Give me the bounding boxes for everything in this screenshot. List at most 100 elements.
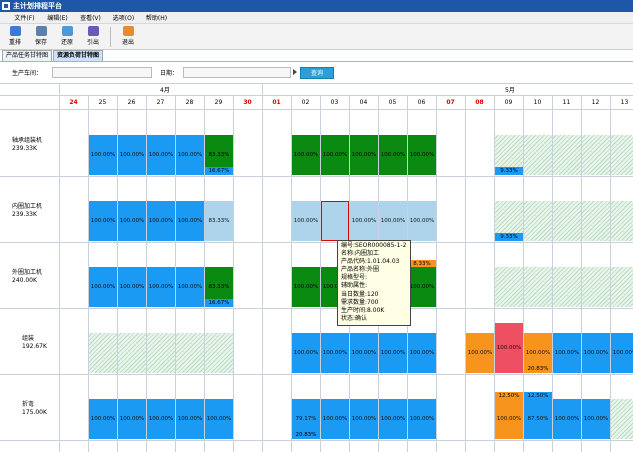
load-cell[interactable]	[611, 135, 633, 175]
load-cell[interactable]	[205, 333, 233, 373]
load-cell[interactable]	[321, 201, 349, 241]
menu-item[interactable]: 文件(F)	[8, 13, 41, 22]
load-cell[interactable]	[582, 267, 610, 307]
toolbar-button-refresh[interactable]: 重排	[2, 24, 28, 49]
load-cell[interactable]: 100.00%	[553, 333, 581, 373]
grid-line	[0, 440, 633, 441]
load-cell[interactable]: 100.00%	[350, 333, 378, 373]
load-cell[interactable]	[176, 333, 204, 373]
load-cell[interactable]: 100.00%	[611, 333, 633, 373]
toolbar-button-save[interactable]: 保存	[28, 24, 54, 49]
menu-item[interactable]: 选项(O)	[107, 13, 140, 22]
load-cell[interactable]: 100.00%	[321, 135, 349, 175]
load-cell[interactable]	[524, 201, 552, 241]
load-cell[interactable]: 100.00%	[118, 135, 146, 175]
grid-line	[233, 95, 234, 452]
load-cell[interactable]	[611, 399, 633, 439]
load-cell[interactable]: 100.00%	[495, 323, 523, 373]
load-cell[interactable]	[582, 135, 610, 175]
load-cell[interactable]: 100.00%	[408, 267, 436, 307]
load-cell[interactable]: 100.00%	[350, 399, 378, 439]
load-cell[interactable]: 100.00%	[350, 135, 378, 175]
load-cell[interactable]: 100.00%	[147, 399, 175, 439]
query-button[interactable]: 查询	[300, 67, 334, 79]
load-cell[interactable]: 100.00%	[118, 201, 146, 241]
load-cell[interactable]	[553, 201, 581, 241]
load-cell[interactable]: 100.00%	[147, 267, 175, 307]
load-cell[interactable]: 100.00%	[408, 399, 436, 439]
date-dropdown-arrow-icon[interactable]	[293, 69, 297, 75]
load-cell[interactable]: 100.00%	[176, 135, 204, 175]
toolbar-button-label: 引出	[86, 39, 99, 46]
load-cell-overflow: 12.50%	[524, 392, 552, 399]
load-cell[interactable]: 100.00%	[176, 267, 204, 307]
load-cell[interactable]	[147, 333, 175, 373]
resource-name-label: 内圈加工机	[12, 203, 43, 210]
load-cell[interactable]: 87.50%	[524, 399, 552, 439]
load-cell[interactable]	[553, 267, 581, 307]
load-cell[interactable]: 100.00%	[379, 135, 407, 175]
day-label: 08	[475, 99, 484, 106]
load-cell[interactable]: 100.00%	[408, 135, 436, 175]
load-cell[interactable]	[611, 267, 633, 307]
date-label: 日期：	[160, 70, 179, 77]
load-cell[interactable]: 100.00%	[495, 399, 523, 439]
load-cell[interactable]: 100.00%	[205, 399, 233, 439]
load-cell[interactable]: 100.00%	[408, 201, 436, 241]
load-cell[interactable]: 100.00%	[89, 201, 117, 241]
tab-resource-gantt[interactable]: 资源负荷甘特图	[53, 50, 104, 61]
date-input[interactable]	[183, 67, 291, 78]
load-cell[interactable]: 100.00%	[582, 333, 610, 373]
load-cell[interactable]: 100.00%	[379, 333, 407, 373]
load-cell[interactable]	[495, 267, 523, 307]
load-cell[interactable]	[553, 135, 581, 175]
grid-line	[0, 83, 633, 84]
load-cell[interactable]: 100.00%	[466, 333, 494, 373]
day-label: 28	[185, 99, 194, 106]
load-cell[interactable]: 100.00%	[553, 399, 581, 439]
grid-line	[59, 95, 60, 452]
toolbar-button-export[interactable]: 引出	[80, 24, 106, 49]
load-cell[interactable]: 100.00%	[176, 399, 204, 439]
tab-product-gantt[interactable]: 产品任务甘特图	[2, 50, 53, 61]
load-cell-remainder: 16.67%	[205, 167, 233, 175]
load-cell[interactable]: 100.00%	[89, 399, 117, 439]
load-cell[interactable]	[118, 333, 146, 373]
load-cell[interactable]: 100.00%	[350, 201, 378, 241]
load-cell[interactable]: 100.00%	[379, 201, 407, 241]
load-cell[interactable]	[89, 333, 117, 373]
load-cell[interactable]: 83.33%	[205, 201, 233, 241]
tooltip-line: 状态:确认	[341, 314, 368, 322]
load-cell[interactable]: 100.00%	[408, 333, 436, 373]
load-cell[interactable]: 100.00%	[89, 267, 117, 307]
load-cell[interactable]: 100.00%	[292, 267, 320, 307]
load-cell[interactable]: 100.00%	[89, 135, 117, 175]
load-cell[interactable]: 100.00%	[321, 333, 349, 373]
load-cell[interactable]: 100.00%	[292, 333, 320, 373]
load-cell[interactable]	[611, 201, 633, 241]
load-cell[interactable]: 100.00%	[379, 399, 407, 439]
load-cell[interactable]	[524, 267, 552, 307]
load-cell[interactable]: 100.00%	[147, 135, 175, 175]
menu-item[interactable]: 查看(V)	[74, 13, 107, 22]
load-cell[interactable]: 100.00%	[176, 201, 204, 241]
load-cell[interactable]: 100.00%	[118, 267, 146, 307]
toolbar-button-exit[interactable]: 退出	[115, 24, 141, 49]
load-cell[interactable]: 100.00%	[118, 399, 146, 439]
load-cell-overflow: 12.50%	[495, 392, 523, 399]
day-label: 05	[388, 99, 397, 106]
load-cell[interactable]: 100.00%	[147, 201, 175, 241]
load-cell[interactable]: 100.00%	[321, 399, 349, 439]
toolbar-button-undo[interactable]: 还原	[54, 24, 80, 49]
workshop-input[interactable]	[52, 67, 152, 78]
load-cell[interactable]	[524, 135, 552, 175]
day-label: 04	[359, 99, 368, 106]
resource-name: 内圈加工机 239.33K	[12, 203, 42, 219]
menu-item[interactable]: 帮助(H)	[140, 13, 173, 22]
menu-item[interactable]: 编辑(E)	[41, 13, 74, 22]
grid-line	[465, 95, 466, 452]
load-cell[interactable]	[582, 201, 610, 241]
load-cell[interactable]: 100.00%	[292, 135, 320, 175]
load-cell[interactable]: 100.00%	[582, 399, 610, 439]
load-cell[interactable]: 100.00%	[292, 201, 320, 241]
